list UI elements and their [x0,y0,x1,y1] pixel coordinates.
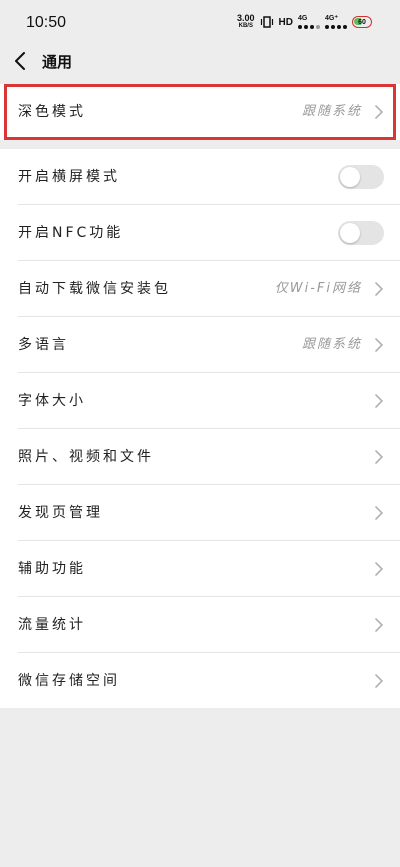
landscape-mode-row: 开启横屏模式 [0,149,400,205]
chevron-right-icon [375,338,383,352]
dark-mode-group: 深色模式 跟随系统 [0,84,400,140]
language-label: 多语言 [18,337,69,353]
discover-management-row[interactable]: 发现页管理 [0,485,400,541]
accessibility-row[interactable]: 辅助功能 [0,541,400,597]
sim1-label: 4G [298,15,308,22]
chevron-right-icon [375,105,383,119]
storage-row[interactable]: 微信存储空间 [0,653,400,709]
page-title: 通用 [42,53,73,71]
toggle-knob [340,167,360,187]
language-row[interactable]: 多语言 跟随系统 [0,317,400,373]
font-size-row[interactable]: 字体大小 [0,373,400,429]
chevron-right-icon [375,450,383,464]
landscape-mode-label: 开启横屏模式 [18,169,120,185]
chevron-right-icon [375,506,383,520]
accessibility-label: 辅助功能 [18,561,86,577]
auto-download-row[interactable]: 自动下载微信安装包 仅Wi-Fi网络 [0,261,400,317]
toggle-knob [340,223,360,243]
vibrate-icon [260,16,273,28]
storage-label: 微信存储空间 [18,673,120,689]
status-icons: 3.00 KB/S HD 4G 4G⁺ 60 [237,14,372,30]
nfc-toggle[interactable] [338,221,384,245]
network-speed-value: 3.00 [237,13,255,23]
nfc-label: 开启NFC功能 [18,225,124,241]
battery-icon: 60 [352,16,372,28]
hd-icon: HD [278,16,293,28]
media-files-label: 照片、视频和文件 [18,449,154,465]
dark-mode-row[interactable]: 深色模式 跟随系统 [0,84,400,140]
auto-download-value: 仅Wi-Fi网络 [274,281,362,296]
chevron-right-icon [375,394,383,408]
dark-mode-value: 跟随系统 [301,104,362,119]
chevron-right-icon [375,562,383,576]
nfc-row: 开启NFC功能 [0,205,400,261]
network-speed: 3.00 KB/S [237,14,255,30]
chevron-right-icon [375,674,383,688]
chevron-right-icon [375,618,383,632]
sim1-signal-icon: 4G [298,15,320,29]
discover-management-label: 发现页管理 [18,505,103,521]
language-value: 跟随系统 [301,337,362,352]
navigation-bar: 通用 [0,44,400,80]
data-usage-row[interactable]: 流量统计 [0,597,400,653]
network-speed-unit: KB/S [238,23,253,29]
auto-download-label: 自动下载微信安装包 [18,281,171,297]
landscape-mode-toggle[interactable] [338,165,384,189]
font-size-label: 字体大小 [18,393,86,409]
sim2-label: 4G⁺ [325,15,339,22]
back-arrow-icon [15,52,25,70]
battery-level: 60 [358,18,366,26]
dark-mode-label: 深色模式 [18,104,86,120]
sim2-signal-icon: 4G⁺ [325,15,347,29]
media-files-row[interactable]: 照片、视频和文件 [0,429,400,485]
status-time: 10:50 [26,14,67,31]
status-bar: 10:50 3.00 KB/S HD 4G 4G⁺ 60 [0,0,400,44]
general-settings-list: 开启横屏模式 开启NFC功能 自动下载微信安装包 仅Wi-Fi网络 多语言 跟随… [0,149,400,708]
back-button[interactable] [8,46,38,76]
chevron-right-icon [375,282,383,296]
data-usage-label: 流量统计 [18,617,86,633]
